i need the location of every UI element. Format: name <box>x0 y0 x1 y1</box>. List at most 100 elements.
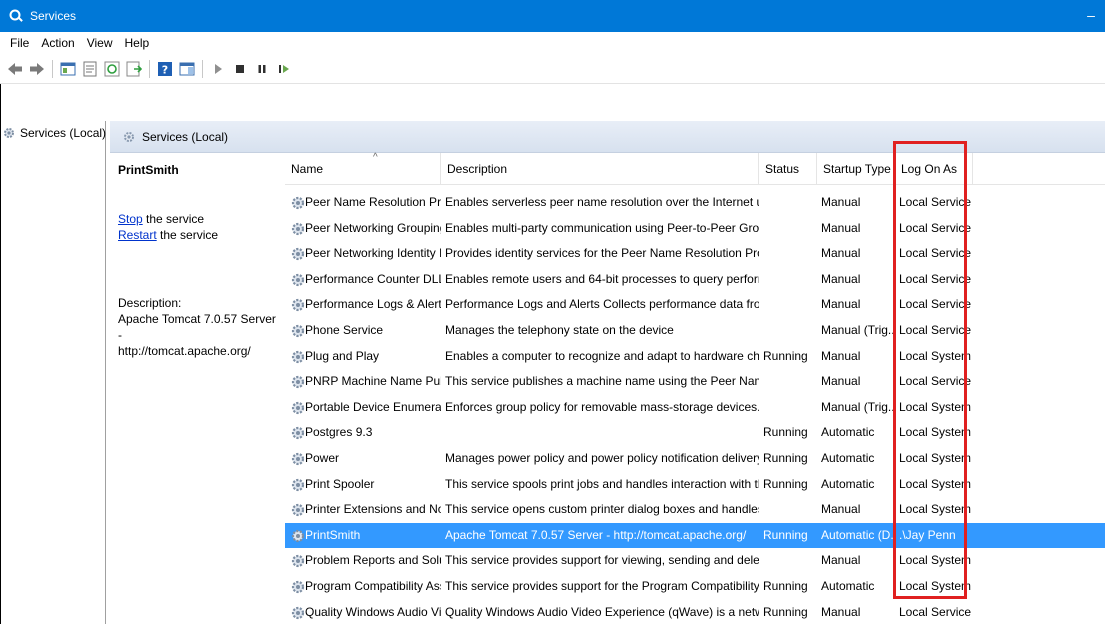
service-row[interactable]: Program Compatibility Assi... This servic… <box>285 574 1105 600</box>
pane-header-title: Services (Local) <box>142 129 229 144</box>
service-row[interactable]: Printer Extensions and Notif... This serv… <box>285 497 1105 523</box>
service-name-cell: Print Spooler <box>305 476 375 491</box>
selected-service-name: PrintSmith <box>118 163 179 177</box>
service-row[interactable]: Problem Reports and Soluti... This servic… <box>285 548 1105 574</box>
back-arrow-icon[interactable] <box>6 60 24 78</box>
service-row[interactable]: Performance Counter DLL ... Enables remot… <box>285 267 1105 293</box>
services-gear-icon <box>8 8 24 24</box>
pause-service-icon[interactable] <box>253 60 271 78</box>
toolbar-separator <box>202 59 203 78</box>
service-row[interactable]: Peer Name Resolution Prot... Enables serv… <box>285 190 1105 216</box>
service-startup-type-cell: Manual <box>821 220 861 235</box>
menu-help[interactable]: Help <box>119 36 156 50</box>
menu-action[interactable]: Action <box>35 36 80 50</box>
service-row[interactable]: Portable Device Enumerator... Enforces gr… <box>285 395 1105 421</box>
service-status-cell <box>759 216 817 242</box>
service-gear-icon <box>290 400 306 416</box>
service-name-cell: Plug and Play <box>305 348 380 363</box>
service-row[interactable]: Quality Windows Audio Vid... Quality Wind… <box>285 600 1105 624</box>
service-row[interactable]: PrintSmith Apache Tomcat 7.0.57 Server - … <box>285 522 1105 549</box>
column-header-row: Name ^ Description Status Startup Type L… <box>285 152 1105 185</box>
service-description-cell: This service publishes a machine name us… <box>445 374 759 389</box>
service-startup-type-cell: Automatic <box>821 578 875 593</box>
export-list-icon[interactable] <box>125 60 143 78</box>
service-gear-icon <box>290 374 306 390</box>
service-gear-icon <box>290 272 306 288</box>
service-log-on-as-cell: Local Service <box>899 246 972 261</box>
service-gear-icon <box>290 221 306 237</box>
restart-service-icon[interactable] <box>275 60 293 78</box>
service-name-cell: Power <box>305 450 340 465</box>
stop-service-link[interactable]: Stop <box>118 212 143 226</box>
menu-bar: File Action View Help <box>0 32 1105 54</box>
service-row[interactable]: Print Spooler This service spools print j… <box>285 472 1105 498</box>
service-description-cell: Enforces group policy for removable mass… <box>445 399 759 414</box>
tree-item-services-local[interactable]: Services (Local) <box>2 121 106 145</box>
service-description-cell: Enables a computer to recognize and adap… <box>445 348 759 363</box>
service-log-on-as-cell: Local Service <box>899 322 972 337</box>
service-row[interactable]: Phone Service Manages the telephony state… <box>285 318 1105 344</box>
description-label: Description: <box>118 296 182 310</box>
service-log-on-as-cell: Local Service <box>899 271 972 286</box>
service-name-cell: Quality Windows Audio Vid... <box>305 604 441 619</box>
service-name-cell: Peer Networking Grouping <box>305 220 441 235</box>
service-log-on-as-cell: Local System <box>899 553 972 568</box>
service-name-cell: Phone Service <box>305 322 384 337</box>
service-row[interactable]: Postgres 9.3 Running Automatic Local System <box>285 420 1105 446</box>
show-hide-action-pane-icon[interactable] <box>178 60 196 78</box>
toolbar: ? <box>0 54 1105 84</box>
forward-arrow-icon[interactable] <box>28 60 46 78</box>
service-log-on-as-cell: .\Jay Penn <box>899 527 956 542</box>
service-name-cell: Performance Counter DLL ... <box>305 271 441 286</box>
column-header-log-on-as[interactable]: Log On As <box>895 153 973 185</box>
start-service-icon[interactable] <box>209 60 227 78</box>
service-status-cell <box>759 292 817 318</box>
restart-service-suffix: the service <box>156 228 219 242</box>
service-gear-icon <box>290 553 306 569</box>
service-startup-type-cell: Manual <box>821 271 861 286</box>
refresh-icon[interactable] <box>103 60 121 78</box>
stop-service-line: Stop the service <box>118 211 277 227</box>
service-gear-icon <box>290 451 306 467</box>
service-name-cell: Peer Name Resolution Prot... <box>305 195 441 209</box>
service-row[interactable]: PNRP Machine Name Publi... This service p… <box>285 369 1105 395</box>
service-log-on-as-cell: Local System <box>899 502 972 517</box>
restart-service-line: Restart the service <box>118 227 277 243</box>
column-header-description[interactable]: Description <box>441 153 759 185</box>
column-header-name[interactable]: Name ^ <box>285 152 441 185</box>
stop-service-suffix: the service <box>142 212 205 226</box>
pane-header: Services (Local) <box>110 121 1105 153</box>
service-row[interactable]: Peer Networking Identity M... Provides id… <box>285 241 1105 267</box>
service-name-cell: Peer Networking Identity M... <box>305 246 441 261</box>
tree-item-label: Services (Local) <box>20 126 107 140</box>
menu-view[interactable]: View <box>81 36 119 50</box>
service-description-cell: Apache Tomcat 7.0.57 Server - http://tom… <box>445 527 747 542</box>
service-description-cell: Provides identity services for the Peer … <box>445 246 759 261</box>
service-gear-icon <box>290 528 306 544</box>
description-text-line1: Apache Tomcat 7.0.57 Server - <box>118 312 276 342</box>
service-gear-icon <box>290 502 306 518</box>
console-tree-icon[interactable] <box>59 60 77 78</box>
service-description-cell: Enables serverless peer name resolution … <box>445 195 759 209</box>
minimize-button[interactable]: – <box>1083 6 1099 24</box>
service-status-cell: Running <box>763 348 808 363</box>
service-row[interactable]: Performance Logs & Alerts Performance Log… <box>285 292 1105 318</box>
menu-file[interactable]: File <box>4 36 35 50</box>
service-startup-type-cell: Manual <box>821 297 861 312</box>
service-row[interactable]: Power Manages power policy and power poli… <box>285 446 1105 472</box>
service-row[interactable]: Plug and Play Enables a computer to recog… <box>285 344 1105 370</box>
service-gear-icon <box>290 425 306 441</box>
service-status-cell: Running <box>763 476 808 491</box>
service-startup-type-cell: Manual <box>821 246 861 261</box>
service-log-on-as-cell: Local Service <box>899 374 972 389</box>
service-description-cell: This service provides support for viewin… <box>445 553 759 568</box>
service-startup-type-cell: Manual (Trig... <box>821 399 895 414</box>
service-name-cell: Performance Logs & Alerts <box>305 297 441 312</box>
stop-service-icon[interactable] <box>231 60 249 78</box>
restart-service-link[interactable]: Restart <box>118 228 157 242</box>
properties-icon[interactable] <box>81 60 99 78</box>
column-header-status[interactable]: Status <box>759 153 817 185</box>
column-header-startup-type[interactable]: Startup Type <box>817 153 895 185</box>
help-icon[interactable]: ? <box>156 60 174 78</box>
service-row[interactable]: Peer Networking Grouping Enables multi-pa… <box>285 216 1105 242</box>
